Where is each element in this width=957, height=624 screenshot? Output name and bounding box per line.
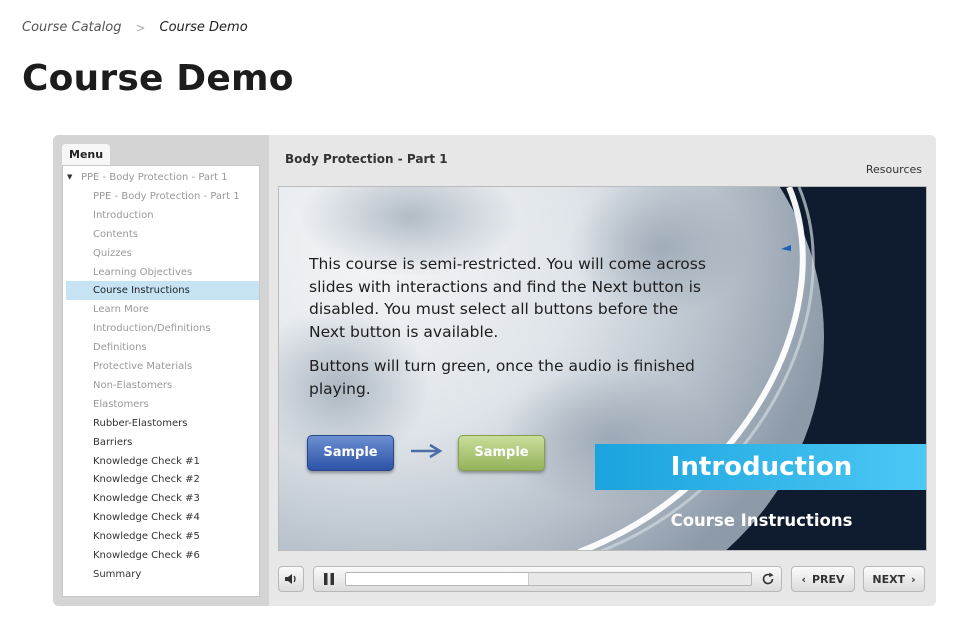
menu-item-label: Summary — [93, 568, 142, 580]
prev-button[interactable]: ‹ PREV — [791, 566, 855, 592]
menu-item-label: Knowledge Check #4 — [93, 512, 200, 524]
menu-item[interactable]: Knowledge Check #4 — [63, 508, 259, 527]
menu-item[interactable]: Summary — [63, 565, 259, 584]
menu-item-label: Knowledge Check #3 — [93, 493, 200, 505]
menu-item[interactable]: Learn More — [63, 300, 259, 319]
breadcrumb-separator: > — [135, 20, 146, 35]
menu-item[interactable]: Knowledge Check #6 — [63, 546, 259, 565]
resources-link[interactable]: Resources — [866, 163, 922, 176]
seekbar-container — [313, 566, 782, 592]
menu-item[interactable]: Definitions — [63, 338, 259, 357]
breadcrumb: Course Catalog > Course Demo — [22, 20, 248, 35]
playback-controls: ‹ PREV NEXT › — [278, 563, 927, 595]
menu-item-label: Introduction — [93, 209, 154, 221]
pause-icon[interactable] — [322, 572, 336, 586]
sample-button-blue[interactable]: Sample — [307, 435, 394, 471]
menu-item-label: Knowledge Check #6 — [93, 550, 200, 561]
menu-item-label: Knowledge Check #2 — [93, 474, 200, 486]
menu-item[interactable]: Introduction/Definitions — [63, 319, 259, 338]
menu-item-label: Elastomers — [93, 398, 149, 410]
menu-item-label: Definitions — [93, 342, 147, 354]
menu-item[interactable]: Non-Elastomers — [63, 376, 259, 395]
menu-list: ▼ PPE - Body Protection - Part 1 PPE - Bod… — [62, 165, 260, 597]
menu-item[interactable]: Knowledge Check #3 — [63, 489, 259, 508]
player-sidebar: Menu ▼ PPE - Body Protection - Part 1 PPE … — [53, 135, 269, 606]
sample-button-green[interactable]: Sample — [458, 435, 545, 471]
slide-title: Body Protection - Part 1 — [285, 152, 448, 166]
menu-item[interactable]: Course Instructions — [66, 281, 259, 301]
menu-item[interactable]: Quizzes — [63, 244, 259, 263]
menu-item-label: Knowledge Check #5 — [93, 531, 200, 543]
menu-item-label: Quizzes — [93, 247, 132, 259]
menu-item[interactable]: Knowledge Check #2 — [63, 470, 259, 489]
prev-label: PREV — [811, 572, 845, 586]
menu-item[interactable]: Elastomers — [63, 395, 259, 414]
next-button[interactable]: NEXT › — [863, 566, 925, 592]
breadcrumb-current: Course Demo — [159, 20, 248, 35]
menu-item[interactable]: Barriers — [63, 433, 259, 452]
menu-item-label: Protective Materials — [93, 361, 193, 372]
menu-item-label: Learn More — [93, 304, 149, 316]
intro-heading: Introduction — [595, 444, 926, 490]
progress-fill — [346, 573, 530, 585]
speaker-icon — [285, 574, 296, 584]
menu-item-label: Knowledge Check #1 — [93, 455, 200, 467]
intro-subheading: Course Instructions — [670, 511, 853, 530]
slide-instructions: This course is semi-restricted. You will… — [309, 253, 709, 412]
menu-item[interactable]: Rubber-Elastomers — [63, 414, 259, 433]
menu-item-label: Course Instructions — [93, 285, 190, 297]
menu-item[interactable]: Protective Materials — [63, 357, 259, 376]
menu-item-label: Non-Elastomers — [93, 379, 173, 391]
menu-item[interactable]: ▼ PPE - Body Protection - Part 1 — [63, 168, 259, 187]
instructions-paragraph-2: Buttons will turn green, once the audio … — [309, 357, 695, 398]
menu-item-label: Rubber-Elastomers — [93, 417, 188, 429]
slide-stage: This course is semi-restricted. You will… — [278, 186, 927, 551]
chevron-right-icon: › — [911, 572, 916, 586]
menu-item[interactable]: PPE - Body Protection - Part 1 — [63, 187, 259, 206]
volume-button[interactable] — [278, 566, 304, 592]
right-arrow-icon — [411, 443, 443, 459]
menu-tab[interactable]: Menu — [62, 144, 111, 167]
menu-item-label: PPE - Body Protection - Part 1 — [81, 172, 228, 183]
menu-item[interactable]: Learning Objectives — [63, 263, 259, 282]
menu-item-label: Contents — [93, 228, 138, 240]
next-label: NEXT — [872, 572, 906, 586]
menu-item[interactable]: Knowledge Check #1 — [63, 452, 259, 471]
menu-item[interactable]: Knowledge Check #5 — [63, 527, 259, 546]
course-player: Menu ▼ PPE - Body Protection - Part 1 PPE … — [53, 135, 936, 606]
progress-track[interactable] — [345, 572, 752, 586]
menu-item[interactable]: Introduction — [63, 206, 259, 225]
menu-item[interactable]: Contents — [63, 225, 259, 244]
breadcrumb-link-course-catalog[interactable]: Course Catalog — [22, 20, 121, 35]
player-main: Body Protection - Part 1 Resources This … — [269, 135, 936, 606]
instructions-paragraph-1: This course is semi-restricted. You will… — [309, 255, 706, 341]
page-title: Course Demo — [22, 58, 294, 99]
menu-item-label: Learning Objectives — [93, 266, 193, 278]
replay-icon[interactable] — [760, 571, 776, 587]
menu-item-label: Barriers — [93, 436, 133, 448]
caret-down-icon: ▼ — [67, 173, 73, 181]
menu-item-label: Introduction/Definitions — [93, 323, 211, 335]
menu-item-label: PPE - Body Protection - Part 1 — [93, 190, 240, 202]
chevron-left-icon: ‹ — [801, 572, 806, 586]
